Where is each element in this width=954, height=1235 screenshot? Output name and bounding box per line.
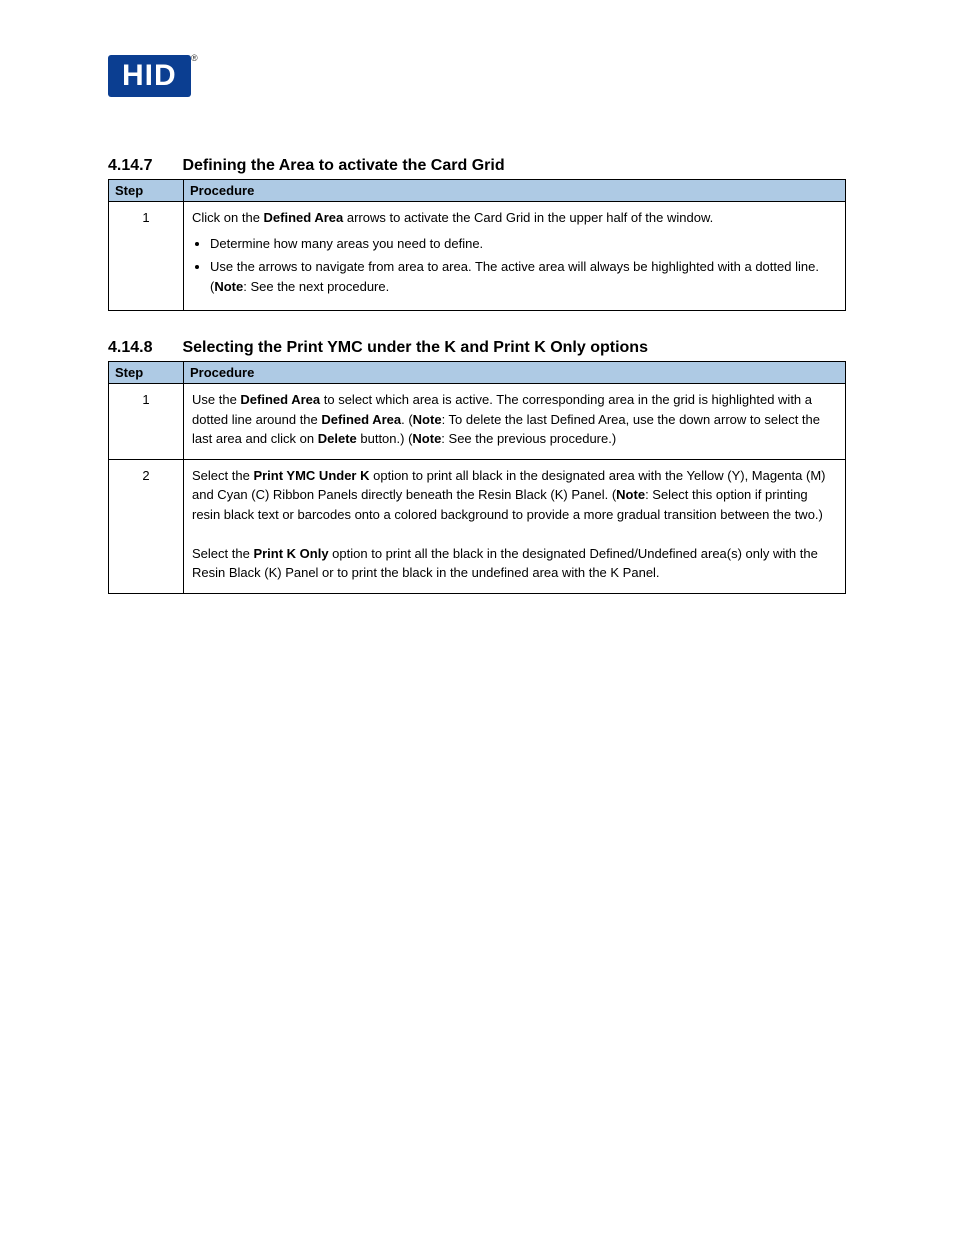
table-row: 1 Use the Defined Area to select which a… [109, 384, 846, 460]
list-item: Use the arrows to navigate from area to … [210, 257, 837, 296]
bullet-list: Determine how many areas you need to def… [210, 234, 837, 297]
text: Use the [192, 392, 240, 407]
section-4-14-8-title: 4.14.8 Selecting the Print YMC under the… [108, 339, 846, 357]
text-bold: Note [616, 487, 645, 502]
text: . ( [401, 412, 413, 427]
text-bold: Print YMC Under K [253, 468, 369, 483]
text: button.) ( [357, 431, 413, 446]
section-number: 4.14.8 [108, 339, 178, 357]
text: : See the previous procedure.) [441, 431, 616, 446]
logo-label: HID [122, 59, 177, 92]
table-row: 2 Select the Print YMC Under K option to… [109, 459, 846, 593]
logo-text: HID ® [108, 55, 191, 97]
table-4-14-7: Step Procedure 1 Click on the Defined Ar… [108, 179, 846, 311]
text-bold: Delete [318, 431, 357, 446]
table-4-14-8: Step Procedure 1 Use the Defined Area to… [108, 361, 846, 594]
step-number: 2 [109, 459, 184, 593]
logo-reg: ® [191, 53, 199, 63]
text: Click on the [192, 210, 264, 225]
section-heading: Defining the Area to activate the Card G… [182, 157, 504, 174]
text-bold: Note [214, 279, 243, 294]
col-header-procedure: Procedure [184, 180, 846, 202]
text: Select the [192, 546, 253, 561]
col-header-procedure: Procedure [184, 362, 846, 384]
text-bold: Note [412, 431, 441, 446]
section-number: 4.14.7 [108, 157, 178, 175]
text-bold: Defined Area [240, 392, 320, 407]
procedure-cell: Select the Print YMC Under K option to p… [184, 459, 846, 593]
text: arrows to activate the Card Grid in the … [343, 210, 713, 225]
text: : See the next procedure. [243, 279, 389, 294]
step-number: 1 [109, 202, 184, 311]
step-number: 1 [109, 384, 184, 460]
text-bold: Note [413, 412, 442, 427]
section-heading: Selecting the Print YMC under the K and … [182, 339, 648, 356]
table-row: 1 Click on the Defined Area arrows to ac… [109, 202, 846, 311]
text: Select the [192, 468, 253, 483]
text-bold: Print K Only [253, 546, 328, 561]
text-bold: Defined Area [264, 210, 344, 225]
text-bold: Defined Area [321, 412, 401, 427]
col-header-step: Step [109, 362, 184, 384]
procedure-cell: Click on the Defined Area arrows to acti… [184, 202, 846, 311]
section-4-14-7-title: 4.14.7 Defining the Area to activate the… [108, 157, 846, 175]
col-header-step: Step [109, 180, 184, 202]
list-item: Determine how many areas you need to def… [210, 234, 837, 254]
logo: HID ® [108, 55, 846, 97]
procedure-cell: Use the Defined Area to select which are… [184, 384, 846, 460]
